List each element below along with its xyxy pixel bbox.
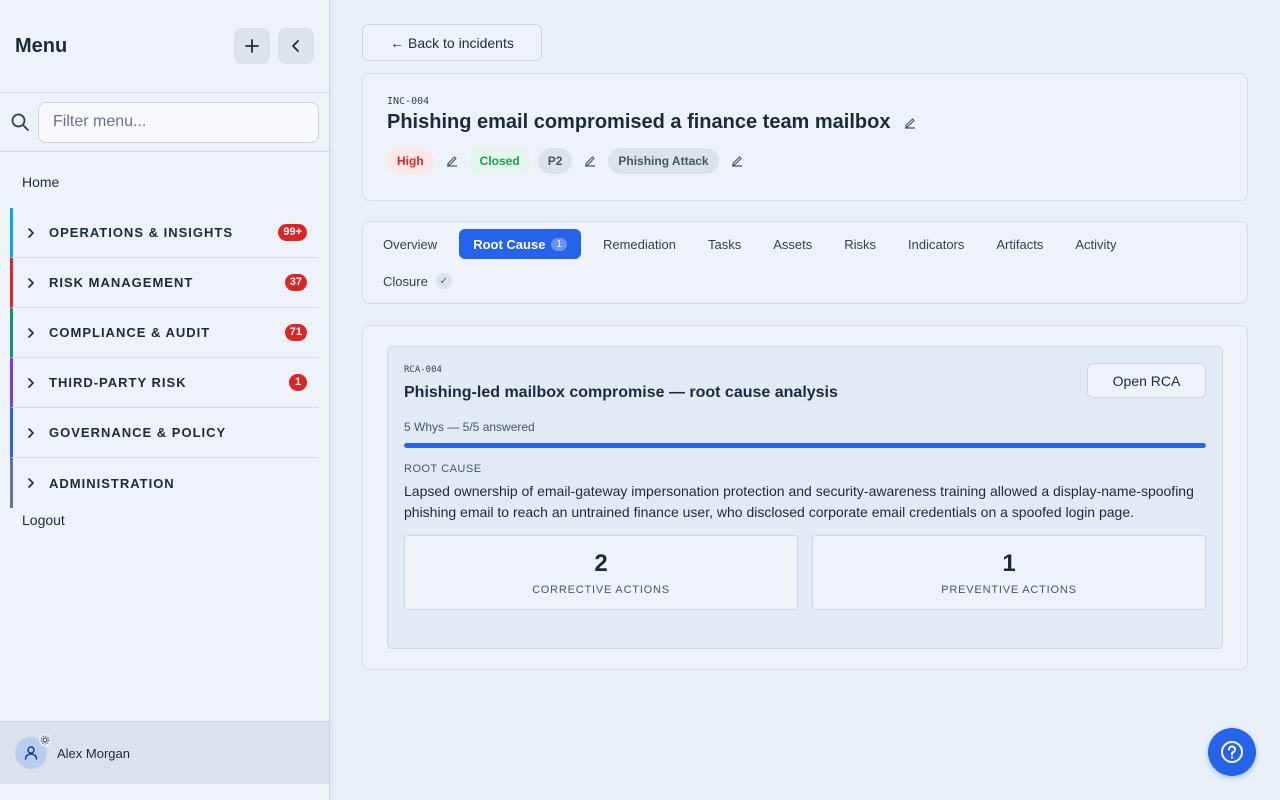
sidebar-group-label: RISK MANAGEMENT	[49, 275, 194, 290]
tab-assets[interactable]: Assets	[763, 229, 822, 259]
sidebar-header: Menu	[0, 0, 329, 93]
chevron-right-icon	[27, 227, 39, 239]
sidebar-group-administration[interactable]: ADMINISTRATION	[10, 458, 319, 508]
sidebar-title: Menu	[15, 34, 68, 57]
preventive-actions-stat: 1 PREVENTIVE ACTIONS	[812, 535, 1206, 610]
tab-remediation[interactable]: Remediation	[593, 229, 686, 259]
rca-card: RCA-004 Phishing-led mailbox compromise …	[387, 346, 1223, 649]
corrective-actions-label: CORRECTIVE ACTIONS	[532, 583, 670, 596]
count-badge: 1	[289, 374, 307, 391]
edit-severity-icon[interactable]	[442, 151, 462, 171]
sidebar-group-label: OPERATIONS & INSIGHTS	[49, 225, 233, 240]
collapse-sidebar-button[interactable]	[278, 28, 314, 64]
user-icon	[24, 746, 38, 760]
edit-title-icon[interactable]	[900, 113, 920, 133]
tab-tasks[interactable]: Tasks	[698, 229, 751, 259]
count-badge: 99+	[278, 224, 307, 241]
rca-title: Phishing-led mailbox compromise — root c…	[404, 384, 838, 401]
page-title: Phishing email compromised a finance tea…	[387, 111, 891, 133]
severity-badge: High	[387, 148, 434, 174]
edit-priority-icon[interactable]	[580, 151, 600, 171]
tab-overview[interactable]: Overview	[373, 229, 447, 259]
incident-id: INC-004	[387, 96, 430, 107]
count-badge: 71	[284, 324, 307, 341]
root-cause-label: ROOT CAUSE	[404, 463, 482, 475]
check-icon: ✓	[435, 273, 452, 289]
preventive-actions-label: PREVENTIVE ACTIONS	[941, 583, 1077, 596]
root-cause-panel: RCA-004 Phishing-led mailbox compromise …	[362, 325, 1248, 670]
open-rca-button[interactable]: Open RCA	[1087, 363, 1206, 398]
sidebar-group-risk-management[interactable]: RISK MANAGEMENT 37	[10, 258, 319, 308]
sidebar-group-label: COMPLIANCE & AUDIT	[49, 325, 211, 340]
whys-progress-bar	[404, 443, 1206, 448]
user-name: Alex Morgan	[57, 745, 130, 761]
count-badge: 37	[284, 274, 307, 291]
priority-badge: P2	[537, 148, 573, 174]
tab-closure[interactable]: Closure ✓	[373, 266, 462, 296]
add-button[interactable]	[234, 28, 270, 64]
sidebar-group-label: ADMINISTRATION	[49, 475, 175, 491]
rca-id: RCA-004	[404, 365, 442, 375]
whys-progress-fill	[404, 443, 1206, 448]
incident-header: INC-004 Phishing email compromised a fin…	[362, 73, 1248, 201]
chevron-right-icon	[27, 427, 39, 439]
tab-activity[interactable]: Activity	[1065, 229, 1126, 259]
sidebar-group-third-party[interactable]: THIRD-PARTY RISK 1	[10, 358, 319, 408]
chevron-left-icon	[292, 40, 299, 52]
chevron-right-icon	[27, 327, 39, 339]
whys-progress-label: 5 Whys — 5/5 answered	[404, 420, 535, 434]
help-icon	[1221, 741, 1243, 763]
corrective-actions-stat: 2 CORRECTIVE ACTIONS	[404, 535, 798, 610]
filter-menu-input[interactable]	[38, 101, 319, 143]
tab-artifacts[interactable]: Artifacts	[986, 229, 1053, 259]
main-content: ← Back to incidents INC-004 Phishing ema…	[362, 24, 1248, 670]
plus-icon	[245, 39, 259, 53]
sidebar-group-compliance[interactable]: COMPLIANCE & AUDIT 71	[10, 308, 319, 358]
chevron-right-icon	[27, 277, 39, 289]
chevron-right-icon	[27, 477, 39, 489]
tab-count-badge: 1	[551, 237, 567, 251]
category-badge: Phishing Attack	[608, 148, 719, 174]
tab-root-cause[interactable]: Root Cause 1	[459, 229, 581, 259]
sidebar-group-label: GOVERNANCE & POLICY	[49, 425, 227, 440]
corrective-actions-count: 2	[594, 549, 608, 577]
sidebar-filter	[0, 93, 329, 152]
sidebar-group-operations[interactable]: OPERATIONS & INSIGHTS 99+	[10, 208, 319, 258]
sidebar-item-logout[interactable]: Logout	[0, 508, 329, 544]
tab-label: Root Cause	[473, 236, 546, 252]
search-icon	[11, 113, 29, 131]
status-badge: Closed	[469, 148, 530, 174]
sidebar-group-label: THIRD-PARTY RISK	[49, 375, 187, 390]
help-button[interactable]	[1208, 728, 1256, 776]
user-panel[interactable]: Alex Morgan	[0, 721, 329, 784]
gear-icon	[39, 734, 51, 746]
root-cause-text: Lapsed ownership of email-gateway impers…	[404, 483, 1194, 520]
sidebar: Menu Home OPERATIONS & INSIGHTS 99+ RISK…	[0, 0, 330, 800]
chevron-right-icon	[27, 377, 39, 389]
sidebar-group-governance[interactable]: GOVERNANCE & POLICY	[10, 408, 319, 458]
incident-tabs: Overview Root Cause 1 Remediation Tasks …	[362, 221, 1248, 304]
avatar[interactable]	[15, 734, 51, 769]
tab-label: Closure	[383, 273, 428, 289]
preventive-actions-count: 1	[1002, 549, 1016, 577]
back-to-incidents-button[interactable]: ← Back to incidents	[362, 24, 542, 61]
tab-risks[interactable]: Risks	[834, 229, 886, 259]
sidebar-item-home[interactable]: Home	[0, 152, 329, 208]
tab-indicators[interactable]: Indicators	[898, 229, 974, 259]
edit-category-icon[interactable]	[727, 151, 747, 171]
